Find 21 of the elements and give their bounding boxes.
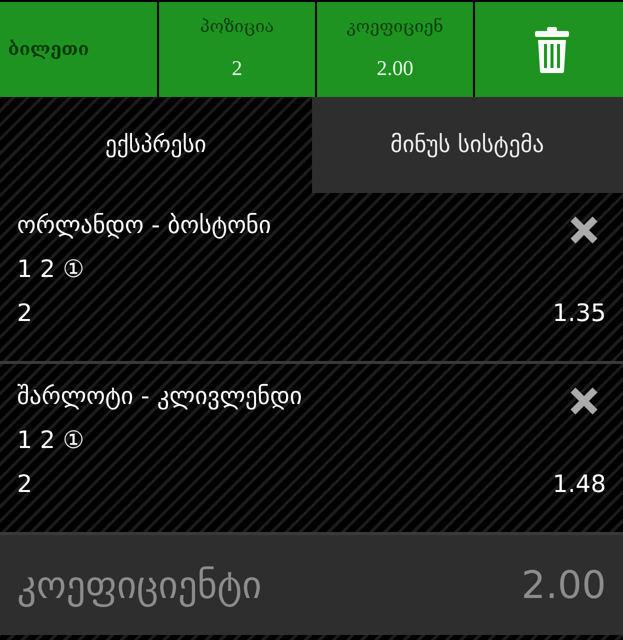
ticket-label: ბილეთი	[8, 38, 90, 62]
outcome-options: 1 2 ①	[17, 418, 84, 462]
stat-value: 2	[232, 54, 242, 82]
match-name: ორლანდო - ბოსტონი	[17, 210, 272, 241]
outcome-options: 1 2 ①	[17, 247, 84, 291]
pick-value: 2	[17, 298, 32, 329]
total-odds-label: კოეფიციენტი	[17, 562, 262, 609]
tab[interactable]: ექსპრესი	[0, 97, 312, 193]
pick-value: 2	[17, 469, 32, 500]
close-icon[interactable]	[569, 215, 599, 245]
delete-button[interactable]	[475, 2, 623, 97]
tab[interactable]: მინუს სისტემა	[312, 97, 623, 193]
match-name: შარლოტი - კლივლენდი	[17, 381, 302, 412]
stat-value: 2.00	[376, 54, 414, 82]
trash-icon	[535, 26, 569, 72]
odds-value: 1.48	[552, 469, 606, 500]
stat-label: პოზიცია	[200, 16, 274, 39]
stat-label: კოეფიციენ	[346, 16, 444, 39]
odds-value: 1.35	[552, 298, 606, 329]
total-odds-value: 2.00	[521, 562, 606, 608]
close-icon[interactable]	[569, 386, 599, 416]
